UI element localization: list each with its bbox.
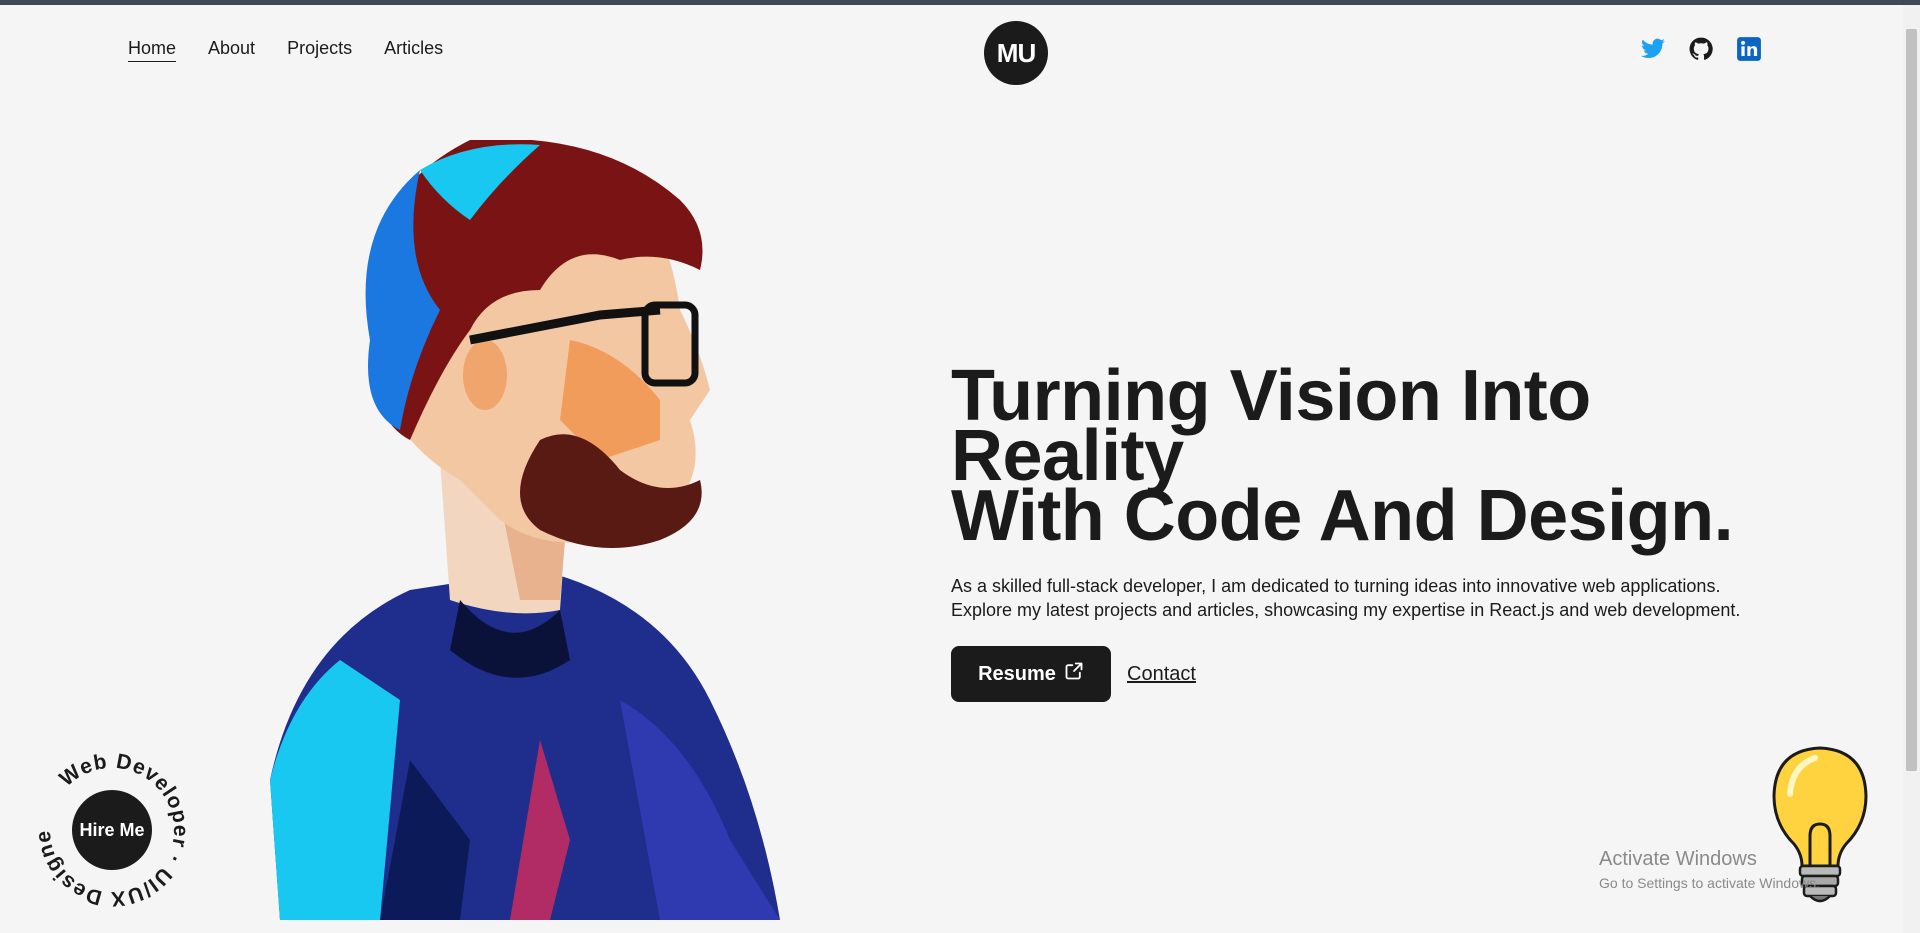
- windows-activation-watermark: Activate Windows Go to Settings to activ…: [1599, 848, 1820, 891]
- twitter-icon[interactable]: [1640, 36, 1666, 62]
- nav-projects-link[interactable]: Projects: [287, 38, 352, 62]
- page-scrollbar[interactable]: [1903, 5, 1920, 933]
- hero-title-line2: With Code And Design.: [951, 476, 1734, 556]
- resume-button[interactable]: Resume: [951, 646, 1111, 702]
- scrollbar-thumb[interactable]: [1906, 29, 1917, 771]
- hero-title: Turning Vision Into Reality With Code An…: [951, 360, 1771, 552]
- nav-articles-link[interactable]: Articles: [384, 38, 443, 62]
- contact-link[interactable]: Contact: [1127, 663, 1196, 686]
- resume-label: Resume: [978, 662, 1056, 685]
- hero-description-line1: As a skilled full-stack developer, I am …: [951, 576, 1721, 596]
- hero-description: As a skilled full-stack developer, I am …: [951, 574, 1771, 622]
- browser-top-strip: [0, 0, 1920, 5]
- watermark-title: Activate Windows: [1599, 848, 1757, 870]
- watermark-subtitle: Go to Settings to activate Windows.: [1599, 875, 1820, 891]
- hire-me-label: Hire Me: [72, 790, 152, 870]
- hero-title-line1: Turning Vision Into Reality: [951, 356, 1591, 496]
- hero-section: Turning Vision Into Reality With Code An…: [951, 360, 1771, 702]
- external-link-icon: [1064, 661, 1084, 687]
- nav-about-link[interactable]: About: [208, 38, 255, 62]
- hero-actions: Resume Contact: [951, 646, 1771, 702]
- linkedin-icon[interactable]: [1736, 36, 1762, 62]
- main-nav: Home About Projects Articles: [128, 38, 443, 62]
- nav-home-link[interactable]: Home: [128, 38, 177, 62]
- github-icon[interactable]: [1688, 36, 1714, 62]
- social-links: [1640, 36, 1762, 62]
- site-logo[interactable]: MU: [984, 21, 1048, 85]
- hire-me-badge[interactable]: Web Developer · UI/UX Designer · Hire Me: [27, 732, 192, 910]
- hero-description-line2: Explore my latest projects and articles,…: [951, 600, 1741, 620]
- profile-illustration: [240, 138, 800, 920]
